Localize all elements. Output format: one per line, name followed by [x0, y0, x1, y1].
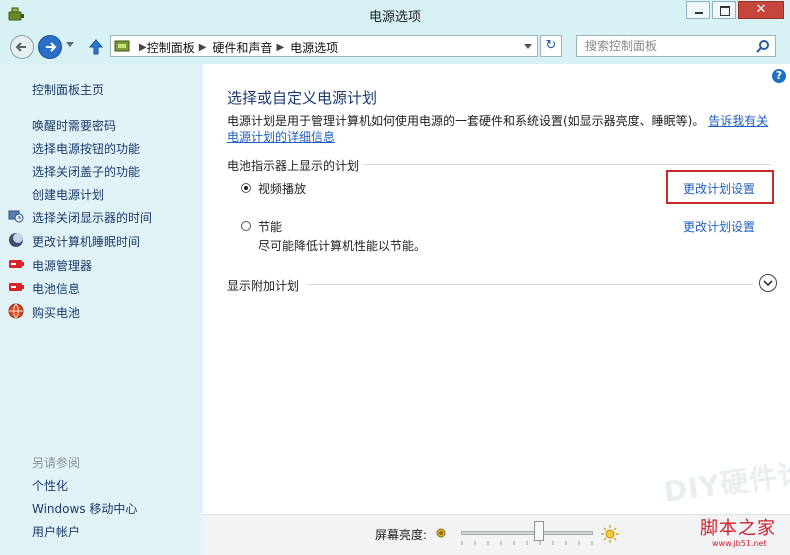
battery-red-icon	[9, 283, 24, 291]
recent-pages-dropdown-icon[interactable]	[66, 42, 74, 47]
arrow-left-icon	[15, 42, 26, 52]
control-panel-icon	[114, 40, 130, 52]
radio-selected-dot	[244, 186, 248, 190]
breadcrumb-chevron-icon[interactable]: ▶	[276, 42, 284, 53]
expand-additional-plans-button[interactable]	[759, 274, 777, 292]
sidebar: 控制面板主页 唤醒时需要密码 选择电源按钮的功能 选择关闭盖子的功能 创建电源计…	[0, 64, 203, 555]
sidebar-item-user-accounts[interactable]: 用户帐户	[32, 523, 80, 540]
sidebar-item-lid-close[interactable]: 选择关闭盖子的功能	[32, 163, 140, 180]
description-text: 电源计划是用于管理计算机如何使用电源的一套硬件和系统设置(如显示器亮度、睡眠等)…	[227, 114, 705, 128]
title-bar: 电源选项 ✕	[0, 0, 790, 30]
help-icon[interactable]: ?	[772, 69, 786, 83]
search-icon[interactable]	[756, 39, 770, 53]
plan-radio-video-playback[interactable]	[241, 183, 251, 193]
sidebar-item-display-off[interactable]: 选择关闭显示器的时间	[8, 209, 153, 226]
plan-radio-power-saver[interactable]	[241, 221, 251, 231]
plan-name-power-saver[interactable]: 节能	[258, 218, 282, 235]
brightness-bright-icon	[601, 525, 619, 543]
maximize-button[interactable]	[712, 1, 736, 19]
site-logo-url: www.jb51.net	[712, 539, 767, 548]
sidebar-item-battery-info[interactable]: 电池信息	[9, 280, 81, 297]
sidebar-item-mobility-center[interactable]: Windows 移动中心	[32, 500, 137, 517]
up-arrow-icon[interactable]	[88, 38, 104, 56]
arrow-right-icon	[46, 42, 57, 52]
minimize-icon	[695, 12, 703, 14]
monitor-clock-icon	[8, 210, 24, 223]
brightness-slider-thumb[interactable]	[534, 521, 545, 541]
forward-button[interactable]	[38, 35, 62, 59]
back-button[interactable]	[10, 35, 34, 59]
page-description: 电源计划是用于管理计算机如何使用电源的一套硬件和系统设置(如显示器亮度、睡眠等)…	[227, 113, 775, 145]
sidebar-item-buy-battery[interactable]: 购买电池	[8, 303, 81, 321]
group-divider	[363, 164, 771, 165]
search-box	[576, 35, 776, 57]
minimize-button[interactable]	[686, 1, 710, 19]
sidebar-item-control-panel-home[interactable]: 控制面板主页	[32, 81, 104, 98]
highlight-annotation-box	[666, 170, 774, 204]
plan-description-power-saver: 尽可能降低计算机性能以节能。	[258, 239, 427, 253]
chevron-down-icon	[763, 280, 773, 287]
maximize-icon	[720, 6, 730, 16]
sidebar-item-power-button[interactable]: 选择电源按钮的功能	[32, 140, 140, 157]
refresh-icon: ↻	[545, 38, 557, 53]
sidebar-item-label: 更改计算机睡眠时间	[32, 235, 141, 249]
main-content: ? 选择或自定义电源计划 电源计划是用于管理计算机如何使用电源的一套硬件和系统设…	[203, 64, 790, 555]
site-logo-watermark: 脚本之家	[700, 518, 776, 539]
watermark-text: DIY硬件论坛	[661, 452, 790, 509]
brightness-dim-icon	[436, 528, 446, 538]
sidebar-item-label: 电源管理器	[32, 259, 93, 273]
navigation-bar: ▶ 控制面板 ▶ 硬件和声音 ▶ 电源选项 ↻	[0, 30, 790, 64]
page-title: 选择或自定义电源计划	[227, 89, 378, 107]
sidebar-item-label: 电池信息	[32, 282, 81, 296]
refresh-button[interactable]: ↻	[540, 35, 562, 57]
battery-red-icon	[9, 260, 24, 268]
breadcrumb-chevron-icon[interactable]: ▶	[199, 42, 207, 53]
breadcrumb-item-hardware-sound[interactable]: 硬件和声音	[212, 39, 272, 56]
slider-tick-marks	[461, 541, 593, 545]
breadcrumb-root-chevron-icon[interactable]: ▶	[139, 42, 147, 53]
sidebar-item-label: 选择关闭显示器的时间	[32, 211, 153, 225]
sidebar-item-power-manager[interactable]: 电源管理器	[9, 257, 93, 274]
plan-name-video-playback[interactable]: 视频播放	[258, 180, 306, 197]
window-title: 电源选项	[368, 10, 421, 25]
close-icon: ✕	[755, 2, 767, 17]
moon-sleep-icon	[9, 233, 23, 247]
sidebar-item-create-plan[interactable]: 创建电源计划	[32, 186, 104, 203]
address-dropdown-icon[interactable]	[524, 44, 532, 49]
sidebar-item-sleep-time[interactable]: 更改计算机睡眠时间	[9, 233, 141, 250]
breadcrumb-item-control-panel[interactable]: 控制面板	[147, 39, 195, 56]
sidebar-item-personalization[interactable]: 个性化	[32, 477, 68, 494]
sidebar-item-label: 购买电池	[32, 306, 81, 320]
sidebar-item-wake-password[interactable]: 唤醒时需要密码	[32, 117, 116, 134]
close-button[interactable]: ✕	[738, 1, 784, 19]
breadcrumb-item-power-options[interactable]: 电源选项	[290, 39, 338, 56]
see-also-heading: 另请参阅	[32, 456, 81, 470]
brightness-slider-track[interactable]	[461, 531, 593, 535]
address-bar[interactable]: ▶ 控制面板 ▶ 硬件和声音 ▶ 电源选项	[110, 35, 538, 57]
show-additional-plans-label[interactable]: 显示附加计划	[227, 277, 299, 294]
plans-group-label: 电池指示器上显示的计划	[227, 159, 360, 173]
globe-icon	[8, 303, 24, 319]
change-plan-settings-link-power-saver[interactable]: 更改计划设置	[683, 218, 755, 235]
brightness-label: 屏幕亮度:	[375, 528, 428, 542]
search-input[interactable]	[577, 36, 755, 56]
additional-plans-divider	[307, 284, 753, 285]
